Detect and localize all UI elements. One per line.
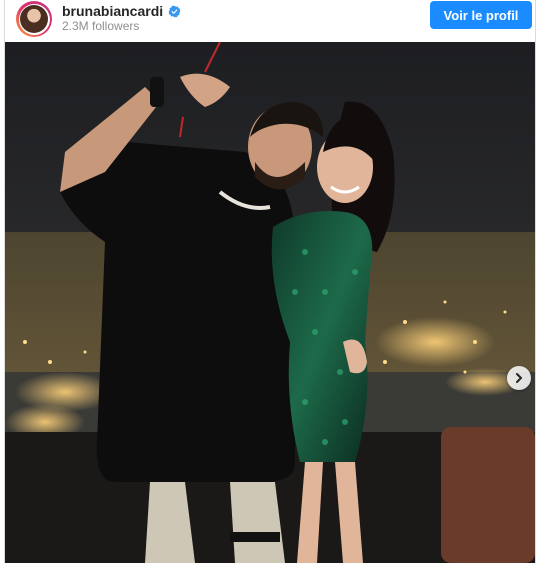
username-link[interactable]: brunabiancardi [62, 3, 163, 19]
post-photo-image [5, 42, 535, 563]
chevron-right-icon [516, 373, 522, 383]
verified-badge-icon [168, 5, 181, 17]
view-profile-button[interactable]: Voir le profil [430, 1, 532, 29]
followers-count: 2.3M followers [62, 19, 140, 33]
avatar-image [20, 5, 48, 33]
post-photo[interactable] [5, 42, 535, 563]
post-header: brunabiancardi 2.3M followers Voir le pr… [4, 0, 536, 42]
next-photo-button[interactable] [507, 366, 531, 390]
profile-avatar[interactable] [16, 1, 52, 37]
